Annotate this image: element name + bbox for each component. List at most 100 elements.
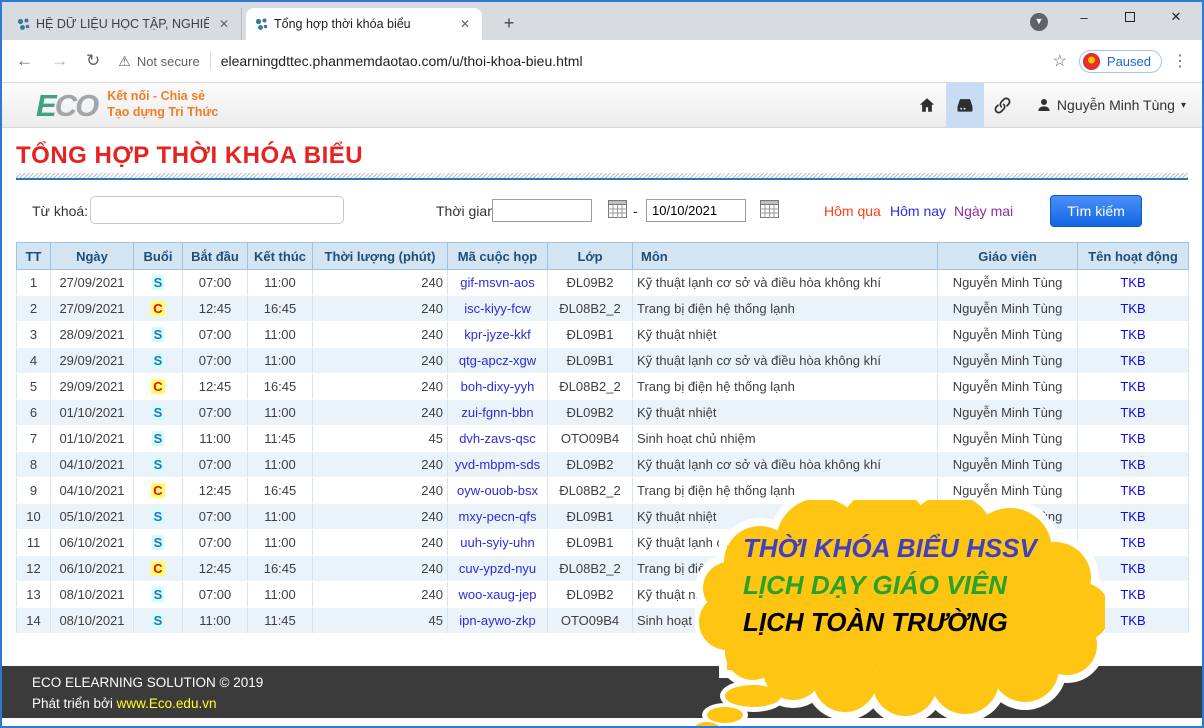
cell-ngay: 04/10/2021 — [51, 452, 134, 478]
meeting-code-link[interactable]: gif-msvn-aos — [460, 275, 534, 290]
meeting-code-link[interactable]: boh-dixy-yyh — [461, 379, 535, 394]
cell-thoi_luong: 240 — [313, 296, 448, 322]
home-nav-button[interactable] — [908, 83, 946, 128]
cell-ngay: 29/09/2021 — [51, 374, 134, 400]
user-menu[interactable]: Nguyễn Minh Tùng ▾ — [1036, 97, 1186, 113]
cell-tt: 5 — [17, 374, 51, 400]
tkb-link[interactable]: TKB — [1120, 301, 1145, 316]
cell-buoi: C — [134, 478, 183, 504]
tkb-link[interactable]: TKB — [1120, 613, 1145, 628]
tkb-link[interactable]: TKB — [1120, 587, 1145, 602]
column-header-4: Bắt đầu — [183, 243, 248, 270]
shift-badge: S — [152, 587, 165, 602]
cell-thoi_luong: 240 — [313, 556, 448, 582]
cell-giao_vien: Nguyễn Minh Tùng — [938, 348, 1078, 374]
cell-lop: ĐL09B2 — [548, 400, 633, 426]
url-text[interactable]: elearningdttec.phanmemdaotao.com/u/thoi-… — [221, 53, 583, 69]
cell-giao_vien: Nguyễn Minh Tùng — [938, 452, 1078, 478]
tkb-link[interactable]: TKB — [1120, 509, 1145, 524]
tkb-link[interactable]: TKB — [1120, 431, 1145, 446]
yesterday-link[interactable]: Hôm qua — [824, 203, 881, 219]
browser-menu-icon[interactable]: ⋮ — [1172, 51, 1188, 71]
extension-paused-badge[interactable]: Paused — [1079, 50, 1162, 73]
footer-link[interactable]: www.Eco.edu.vn — [117, 696, 217, 711]
shift-badge: C — [151, 483, 164, 498]
meeting-code-link[interactable]: yvd-mbpm-sds — [455, 457, 540, 472]
cell-ngay: 04/10/2021 — [51, 478, 134, 504]
tkb-link[interactable]: TKB — [1120, 379, 1145, 394]
address-bar-row: ← → ↻ ⚠ Not secure elearningdttec.phanme… — [2, 40, 1202, 83]
cell-tt: 12 — [17, 556, 51, 582]
cell-tt: 7 — [17, 426, 51, 452]
meeting-code-link[interactable]: kpr-jyze-kkf — [464, 327, 530, 342]
table-row: 529/09/2021C12:4516:45240boh-dixy-yyhĐL0… — [17, 374, 1189, 400]
date-to-input[interactable] — [646, 199, 746, 222]
tab-he-du-lieu[interactable]: HỆ DỮ LIỆU HỌC TẬP, NGHIÊN C ✕ — [8, 8, 242, 40]
forward-icon[interactable]: → — [51, 51, 68, 71]
tkb-link[interactable]: TKB — [1120, 275, 1145, 290]
today-link[interactable]: Hôm nay — [890, 203, 946, 219]
tkb-link[interactable]: TKB — [1120, 457, 1145, 472]
profile-menu-icon[interactable]: ▼ — [1030, 13, 1048, 31]
calendar-icon[interactable] — [608, 200, 627, 218]
tkb-link[interactable]: TKB — [1120, 535, 1145, 550]
not-secure-warning-icon[interactable]: ⚠ — [118, 53, 131, 70]
tab-close-icon[interactable]: ✕ — [215, 15, 233, 33]
tkb-link[interactable]: TKB — [1120, 327, 1145, 342]
meeting-code-link[interactable]: zui-fgnn-bbn — [461, 405, 533, 420]
meeting-code-link[interactable]: oyw-ouob-bsx — [457, 483, 538, 498]
meeting-code-link[interactable]: woo-xaug-jep — [458, 587, 536, 602]
eco-logo[interactable]: ECO Kết nối - Chia sẻTạo dựng Tri Thức — [36, 89, 218, 120]
calendar-icon[interactable] — [760, 200, 779, 218]
cell-ngay: 27/09/2021 — [51, 296, 134, 322]
window-maximize-button[interactable] — [1110, 2, 1150, 32]
drive-icon — [955, 95, 975, 115]
tab-tong-hop-tkb[interactable]: Tổng hợp thời khóa biểu ✕ — [246, 8, 482, 40]
new-tab-button[interactable]: + — [496, 11, 522, 37]
cell-tt: 6 — [17, 400, 51, 426]
meeting-code-link[interactable]: isc-kiyy-fcw — [464, 301, 530, 316]
cell-buoi: S — [134, 270, 183, 296]
links-nav-button[interactable] — [984, 83, 1022, 128]
cell-ngay: 01/10/2021 — [51, 426, 134, 452]
back-icon[interactable]: ← — [16, 51, 33, 71]
cell-mon: Trang bị điện hệ thống lạnh — [633, 374, 938, 400]
search-button[interactable]: Tìm kiếm — [1050, 195, 1142, 227]
filter-bar: Từ khoá: Thời gian: - Hôm qua Hôm nay Ng… — [16, 195, 1188, 227]
cell-ngay: 06/10/2021 — [51, 530, 134, 556]
keyword-input[interactable] — [90, 196, 344, 224]
meeting-code-link[interactable]: dvh-zavs-qsc — [459, 431, 536, 446]
table-row: 127/09/2021S07:0011:00240gif-msvn-aosĐL0… — [17, 270, 1189, 296]
shift-badge: S — [152, 613, 165, 628]
meeting-code-link[interactable]: cuv-ypzd-nyu — [459, 561, 536, 576]
cell-ngay: 29/09/2021 — [51, 348, 134, 374]
meeting-code-link[interactable]: uuh-syiy-uhn — [460, 535, 534, 550]
window-minimize-button[interactable]: – — [1064, 2, 1104, 32]
cell-mon: Trang bị điện hệ thống lạnh — [633, 296, 938, 322]
column-header-8: Lớp — [548, 243, 633, 270]
cell-ma: woo-xaug-jep — [448, 582, 548, 608]
tkb-link[interactable]: TKB — [1120, 405, 1145, 420]
cell-thoi_luong: 45 — [313, 426, 448, 452]
tkb-link[interactable]: TKB — [1120, 483, 1145, 498]
tomorrow-link[interactable]: Ngày mai — [954, 203, 1013, 219]
date-from-input[interactable] — [492, 199, 592, 222]
cell-lop: ĐL09B1 — [548, 348, 633, 374]
reload-icon[interactable]: ↻ — [86, 51, 100, 71]
tab-close-icon[interactable]: ✕ — [456, 15, 474, 33]
security-label: Not secure — [137, 54, 200, 69]
shift-badge: C — [151, 561, 164, 576]
tkb-link[interactable]: TKB — [1120, 561, 1145, 576]
cell-tt: 13 — [17, 582, 51, 608]
meeting-code-link[interactable]: ipn-aywo-zkp — [459, 613, 536, 628]
window-close-button[interactable]: ✕ — [1156, 2, 1196, 32]
meeting-code-link[interactable]: mxy-pecn-qfs — [458, 509, 536, 524]
meeting-code-link[interactable]: qtg-apcz-xgw — [459, 353, 536, 368]
cell-lop: ĐL08B2_2 — [548, 478, 633, 504]
tkb-link[interactable]: TKB — [1120, 353, 1145, 368]
bookmark-star-icon[interactable]: ☆ — [1053, 51, 1067, 71]
cell-bat_dau: 07:00 — [183, 582, 248, 608]
cell-ngay: 05/10/2021 — [51, 504, 134, 530]
meetings-nav-button[interactable] — [946, 83, 984, 128]
cell-ngay: 28/09/2021 — [51, 322, 134, 348]
